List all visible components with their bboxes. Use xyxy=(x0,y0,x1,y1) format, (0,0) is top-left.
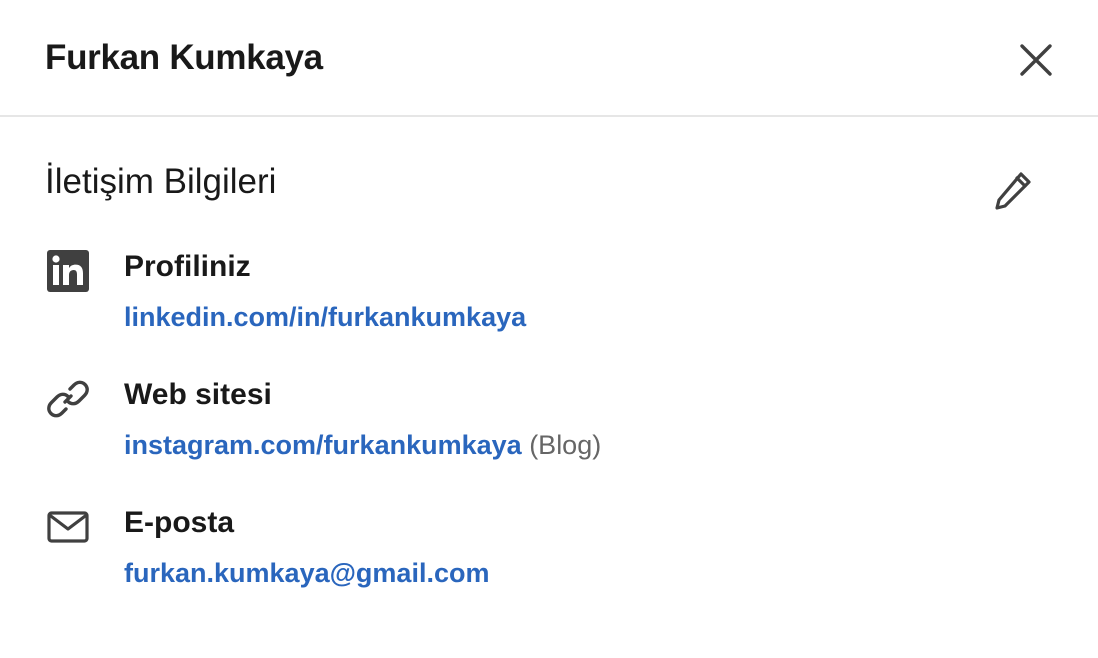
email-link[interactable]: furkan.kumkaya@gmail.com xyxy=(124,558,489,588)
edit-contact-button[interactable] xyxy=(984,163,1040,219)
profile-value: linkedin.com/in/furkankumkaya xyxy=(124,297,526,337)
modal-header: Furkan Kumkaya xyxy=(0,0,1098,117)
website-type-label: (Blog) xyxy=(529,430,602,460)
mail-icon xyxy=(44,503,92,551)
pencil-icon xyxy=(995,172,1031,210)
close-icon xyxy=(1020,44,1052,76)
contact-item-email: E-posta furkan.kumkaya@gmail.com xyxy=(0,503,1098,603)
contact-info-modal: Furkan Kumkaya İletişim Bilgileri Profil… xyxy=(0,0,1098,658)
profile-link[interactable]: linkedin.com/in/furkankumkaya xyxy=(124,302,526,332)
section-title: İletişim Bilgileri xyxy=(45,162,277,201)
linkedin-icon xyxy=(44,247,92,295)
close-button[interactable] xyxy=(1006,30,1066,90)
profile-label: Profiliniz xyxy=(124,250,251,283)
link-icon xyxy=(44,375,92,423)
contact-item-profile: Profiliniz linkedin.com/in/furkankumkaya xyxy=(0,247,1098,347)
email-value: furkan.kumkaya@gmail.com xyxy=(124,553,489,593)
email-label: E-posta xyxy=(124,506,235,539)
website-label: Web sitesi xyxy=(124,378,272,411)
website-link[interactable]: instagram.com/furkankumkaya xyxy=(124,430,522,460)
modal-title: Furkan Kumkaya xyxy=(45,38,323,77)
contact-item-website: Web sitesi instagram.com/furkankumkaya (… xyxy=(0,375,1098,475)
website-value: instagram.com/furkankumkaya (Blog) xyxy=(124,425,601,465)
